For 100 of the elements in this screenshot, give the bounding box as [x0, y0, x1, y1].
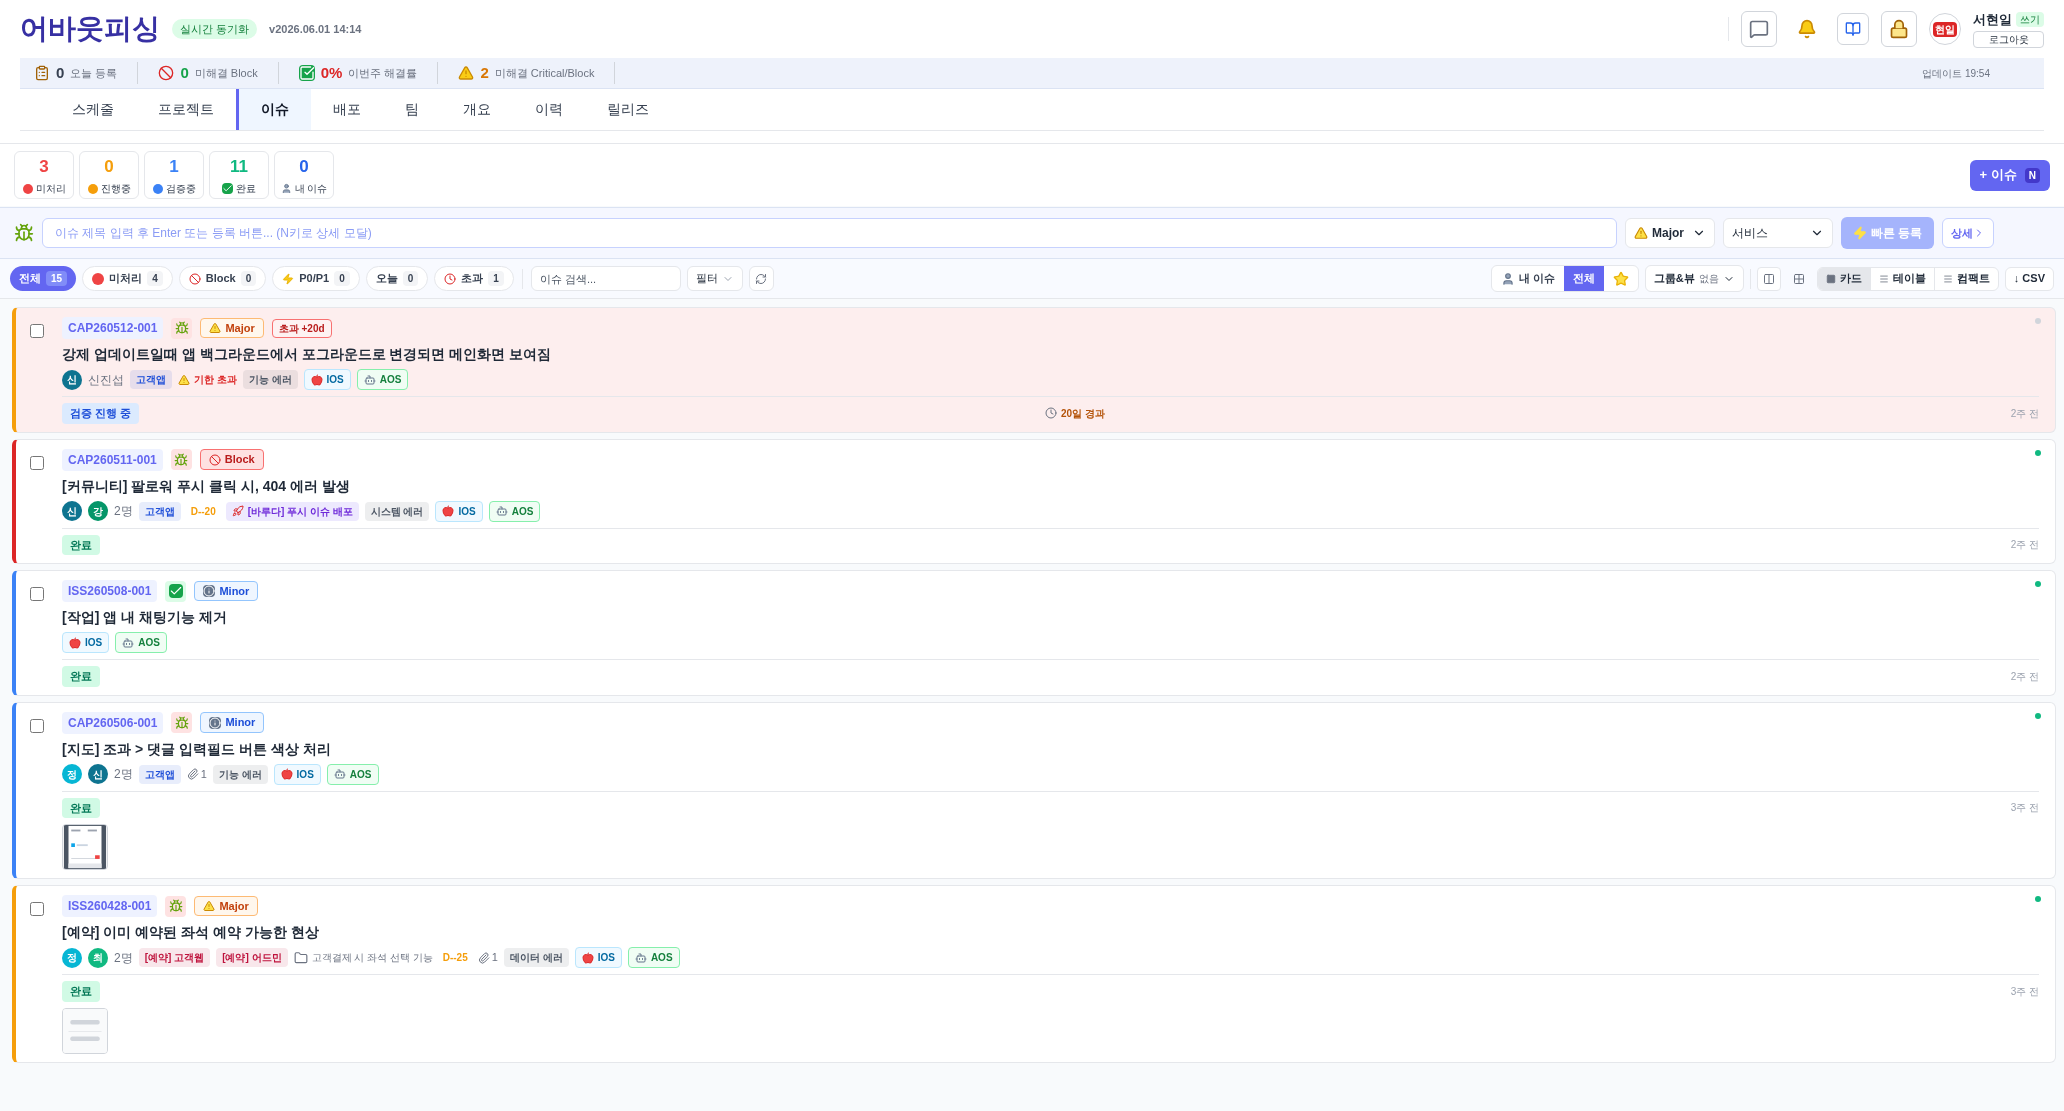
select-checkbox[interactable]: [30, 718, 44, 733]
issue-title[interactable]: [작업] 앱 내 채팅기능 제거: [62, 608, 2039, 626]
tag: 시스템 에러: [364, 501, 430, 521]
user-icon: [1500, 271, 1515, 286]
robot-icon: [495, 505, 508, 517]
guide-button[interactable]: [1837, 13, 1869, 45]
severity-badge: Major: [194, 895, 258, 917]
issue-id[interactable]: CAP260512-001: [62, 317, 164, 339]
issue-card[interactable]: CAP260512-001 Major 초과 +20d 강제 업데이트일때 앱 백그라운드에서 포그라운드로 변경되면 메인화면 보여짐 신 신진섭 고객앱 기한 초과 기능 에러 IOS AOS 검증 진행 중 20일 경과 2주 전: [12, 307, 2056, 433]
rocket-icon: [231, 505, 244, 517]
csv-export-button[interactable]: ↓ CSV: [2004, 266, 2054, 291]
refresh-button[interactable]: [748, 266, 774, 291]
status-badge: 완료: [62, 534, 100, 555]
tag: 고객앱: [138, 764, 181, 784]
status-counter[interactable]: 0 진행중: [79, 151, 139, 199]
nav-tab[interactable]: 팀: [383, 89, 441, 130]
select-checkbox[interactable]: [30, 455, 44, 470]
tag: [예약] 어드민: [216, 948, 288, 967]
select-checkbox[interactable]: [30, 902, 44, 916]
ban-icon: [188, 272, 201, 285]
severity-badge: Minor: [194, 580, 259, 602]
status-counter[interactable]: 0 내 이슈: [274, 151, 334, 199]
nav-tab[interactable]: 릴리즈: [585, 89, 671, 130]
stat-label: 이번주 해결률: [348, 65, 418, 81]
filter-chip[interactable]: Block 0: [178, 266, 267, 291]
tag: 고객앱: [138, 501, 181, 521]
nav-tab[interactable]: 스케줄: [50, 89, 136, 130]
ban-icon: [208, 453, 221, 466]
clock-icon: [444, 272, 457, 285]
scope-button[interactable]: 내 이슈: [1491, 266, 1564, 291]
issue-card[interactable]: CAP260506-001 Minor [지도] 조과 > 댓글 입력필드 버튼 색상 처리 정 신 2명 고객앱 1 기능 에러 IOS AOS 완료 3주 전: [12, 701, 2056, 879]
filter-chip[interactable]: 오늘 0: [365, 266, 429, 291]
filter-dropdown[interactable]: 필터: [686, 266, 743, 291]
status-counter[interactable]: 1 검증중: [144, 151, 204, 199]
nav-tab[interactable]: 이슈: [236, 89, 311, 130]
attachment-count: 1: [491, 950, 498, 966]
scope-button[interactable]: 전체: [1563, 266, 1604, 291]
filter-chip[interactable]: 전체 15: [10, 266, 77, 291]
new-issue-button[interactable]: + 이슈 N: [1969, 159, 2050, 191]
detail-button[interactable]: 상세: [1942, 218, 1995, 248]
nav-tab[interactable]: 이력: [513, 89, 585, 130]
filter-chip[interactable]: 미처리 4: [82, 266, 173, 291]
overdue-badge: 초과 +20d: [271, 318, 332, 338]
status-counter[interactable]: 3 미처리: [14, 151, 74, 199]
bug-icon: [165, 895, 187, 917]
stat-value: 2: [480, 62, 489, 83]
select-checkbox[interactable]: [30, 587, 44, 601]
service-select[interactable]: 서비스: [1723, 218, 1833, 248]
warning-icon: [458, 65, 475, 81]
search-field[interactable]: 이슈 검색...: [530, 266, 681, 291]
view-toggle[interactable]: 테이블: [1870, 267, 1935, 290]
app-logo[interactable]: 어바웃피싱: [20, 8, 160, 50]
warning-icon: [1634, 226, 1648, 240]
group-view-dropdown[interactable]: 그룹&뷰 없음: [1644, 265, 1744, 292]
view-toggle[interactable]: 카드: [1817, 267, 1871, 290]
assignee-name: 2명: [114, 503, 133, 520]
check-icon: [165, 580, 187, 602]
issue-card[interactable]: CAP260511-001 Block [커뮤니티] 팔로워 푸시 클릭 시, 404 에러 발생 신 강 2명 고객앱 D--20 [바루다] 푸시 이슈 배포 시스템 에러 IOS AOS 완료 2주 전: [12, 438, 2056, 564]
counter-value: 3: [39, 155, 49, 178]
user-icon: [280, 183, 292, 195]
lock-button[interactable]: [1881, 11, 1917, 47]
stat-value: 0%: [320, 62, 343, 83]
issue-id[interactable]: ISS260508-001: [62, 580, 158, 602]
time-label: 2주 전: [2010, 406, 2039, 421]
issue-card[interactable]: ISS260428-001 Major [예약] 이미 예약된 좌석 예약 가능한 현상 정 최 2명 [예약] 고객웹 [예약] 어드민 고객결제 시 좌석 선택 기능 D--25 1 데이터 에러 IOS AOS 완료 3주 전: [12, 885, 2056, 1063]
grid-icon: [1792, 272, 1805, 285]
nav-tab[interactable]: 배포: [311, 89, 383, 130]
filter-chip[interactable]: P0/P1 0: [272, 266, 360, 291]
ban-icon: [158, 65, 175, 81]
platform-tag: IOS: [574, 947, 622, 968]
nav-tab[interactable]: 개요: [441, 89, 513, 130]
time-label: 3주 전: [2010, 801, 2039, 816]
nav-tab[interactable]: 프로젝트: [136, 89, 236, 130]
view-toggle[interactable]: 컴팩트: [1934, 267, 1998, 290]
lines-icon: [1878, 273, 1889, 284]
issue-title[interactable]: [커뮤니티] 팔로워 푸시 클릭 시, 404 에러 발생: [62, 476, 2039, 495]
issue-id[interactable]: ISS260428-001: [62, 895, 158, 917]
status-counter[interactable]: 11 완료: [209, 151, 269, 199]
logout-button[interactable]: 로그아웃: [1973, 31, 2044, 49]
issue-title-field[interactable]: 이슈 제목 입력 후 Enter 또는 등록 버튼... (N키로 상세 모달): [42, 218, 1617, 248]
platform-tag: AOS: [356, 369, 409, 390]
platform-tag: AOS: [488, 500, 541, 522]
filter-chip[interactable]: 초과 1: [434, 266, 514, 291]
issue-card[interactable]: ISS260508-001 Minor [작업] 앱 내 채팅기능 제거 IOS AOS 완료 2주 전: [12, 570, 2056, 696]
user-avatar[interactable]: 현일: [1929, 13, 1961, 45]
severity-badge: Block: [199, 449, 264, 470]
counter-value: 0: [104, 155, 114, 178]
chat-button[interactable]: [1741, 11, 1777, 47]
issue-title[interactable]: 강제 업데이트일때 앱 백그라운드에서 포그라운드로 변경되면 메인화면 보여짐: [62, 345, 2039, 363]
issue-title[interactable]: [예약] 이미 예약된 좌석 예약 가능한 현상: [62, 923, 2039, 941]
issue-id[interactable]: CAP260506-001: [62, 711, 164, 734]
select-checkbox[interactable]: [30, 324, 44, 338]
columns-button[interactable]: [1756, 266, 1781, 291]
issue-id[interactable]: CAP260511-001: [62, 448, 163, 471]
apple-icon: [310, 373, 323, 386]
avatar: 정: [62, 764, 82, 784]
severity-select[interactable]: Major: [1625, 218, 1715, 248]
assignee-name: 신진섭: [88, 371, 124, 389]
counter-value: 0: [299, 155, 309, 178]
issue-title[interactable]: [지도] 조과 > 댓글 입력필드 버튼 색상 처리: [62, 739, 2039, 758]
